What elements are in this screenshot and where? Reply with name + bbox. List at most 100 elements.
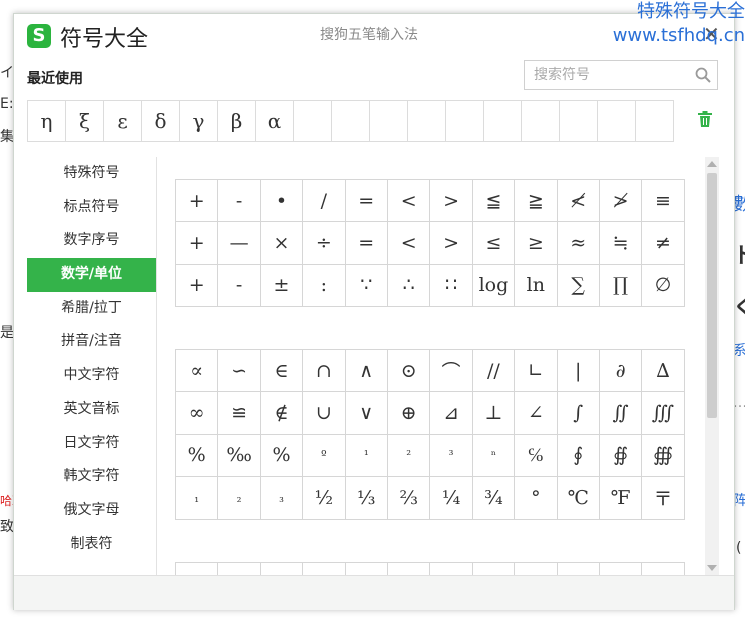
symbol-cell[interactable]: ≧ — [515, 180, 558, 223]
symbol-cell[interactable]: ⁿ — [472, 434, 516, 478]
symbol-cell[interactable]: < — [387, 222, 431, 265]
scroll-up-arrow-icon[interactable] — [707, 161, 717, 167]
sidebar-item[interactable]: 数学/单位 — [27, 258, 156, 292]
symbol-cell[interactable]: ₃ — [260, 477, 304, 520]
recent-symbol-cell[interactable] — [408, 101, 446, 141]
symbol-cell[interactable] — [346, 563, 388, 575]
symbol-cell[interactable]: | — [557, 350, 600, 393]
symbol-cell[interactable]: ∴ — [387, 264, 431, 308]
recent-symbol-cell[interactable]: ε — [104, 101, 142, 141]
sidebar-item[interactable]: 数字序号 — [27, 224, 156, 258]
sidebar-item[interactable]: 标点符号 — [27, 191, 156, 225]
symbol-cell[interactable] — [558, 563, 600, 575]
sidebar-item[interactable]: 制表符 — [27, 528, 156, 562]
recent-symbol-cell[interactable] — [522, 101, 560, 141]
symbol-cell[interactable]: ∽ — [218, 350, 261, 393]
symbol-cell[interactable]: ℃ — [557, 477, 600, 520]
symbol-cell[interactable]: ₂ — [218, 477, 261, 520]
scroll-down-arrow-icon[interactable] — [707, 565, 717, 571]
symbol-cell[interactable]: ≌ — [218, 392, 261, 435]
recent-symbol-cell[interactable]: β — [218, 101, 256, 141]
symbol-cell[interactable]: - — [218, 264, 261, 308]
symbol-cell[interactable]: ∂ — [599, 350, 643, 393]
symbol-cell[interactable]: < — [387, 180, 431, 223]
symbol-cell[interactable]: ≒ — [599, 222, 643, 265]
symbol-cell[interactable]: ¹ — [345, 434, 388, 478]
symbol-cell[interactable]: + — [176, 264, 219, 308]
search-input[interactable] — [532, 61, 686, 89]
symbol-cell[interactable]: • — [260, 180, 304, 223]
symbol-cell[interactable]: ₁ — [176, 477, 219, 520]
symbol-cell[interactable]: ⅓ — [345, 477, 388, 520]
symbol-cell[interactable] — [515, 563, 558, 575]
sidebar-item[interactable]: 希腊/拉丁 — [27, 292, 156, 326]
symbol-cell[interactable]: ∵ — [345, 264, 388, 308]
recent-symbol-cell[interactable] — [370, 101, 408, 141]
symbol-cell[interactable]: ⌒ — [430, 350, 473, 393]
symbol-cell[interactable]: × — [260, 222, 304, 265]
symbol-cell[interactable]: ± — [260, 264, 304, 308]
recent-symbol-cell[interactable]: ξ — [66, 101, 104, 141]
symbol-cell[interactable] — [176, 563, 219, 575]
recent-symbol-cell[interactable]: η — [28, 101, 66, 141]
symbol-cell[interactable]: ∧ — [345, 350, 388, 393]
recent-symbol-cell[interactable]: γ — [180, 101, 218, 141]
sidebar-item[interactable]: 英文音标 — [27, 393, 156, 427]
symbol-cell[interactable]: > — [430, 180, 473, 223]
symbol-cell[interactable]: ≠ — [642, 222, 685, 265]
symbol-cell[interactable]: ∬ — [599, 392, 643, 435]
symbol-cell[interactable]: + — [176, 180, 219, 223]
symbol-cell[interactable]: ∑ — [557, 264, 600, 308]
symbol-cell[interactable]: ‰ — [218, 434, 261, 478]
symbol-cell[interactable]: ² — [387, 434, 431, 478]
trash-icon[interactable] — [697, 110, 713, 128]
symbol-cell[interactable]: ∟ — [515, 350, 558, 393]
symbol-cell[interactable]: ½ — [303, 477, 346, 520]
sidebar-item[interactable]: 韩文字符 — [27, 460, 156, 494]
symbol-cell[interactable]: ¹ — [218, 563, 261, 575]
recent-symbol-cell[interactable] — [598, 101, 636, 141]
symbol-cell[interactable]: ⊙ — [387, 350, 431, 393]
symbol-cell[interactable]: ∏ — [599, 264, 643, 308]
symbol-cell[interactable]: ° — [515, 477, 558, 520]
recent-symbol-cell[interactable] — [560, 101, 598, 141]
recent-symbol-cell[interactable] — [484, 101, 522, 141]
symbol-cell[interactable]: ℅ — [515, 434, 558, 478]
recent-symbol-cell[interactable] — [332, 101, 370, 141]
symbol-cell[interactable]: ∅ — [642, 264, 685, 308]
symbol-cell[interactable]: ∨ — [345, 392, 388, 435]
sidebar-item[interactable]: 俄文字母 — [27, 494, 156, 528]
symbol-cell[interactable]: ∯ — [599, 434, 643, 478]
search-box[interactable] — [524, 60, 718, 90]
recent-symbol-cell[interactable]: α — [256, 101, 294, 141]
symbol-cell[interactable]: ≡ — [642, 180, 685, 223]
symbol-cell[interactable]: ∪ — [303, 392, 346, 435]
symbol-cell[interactable]: / — [303, 180, 346, 223]
symbol-cell[interactable]: : — [303, 264, 346, 308]
symbol-cell[interactable]: ⊥ — [472, 392, 516, 435]
symbol-cell[interactable]: ∮ — [557, 434, 600, 478]
symbol-cell[interactable]: ∆ — [642, 350, 685, 393]
symbol-cell[interactable]: ≤ — [472, 222, 516, 265]
symbol-cell[interactable]: ∷ — [430, 264, 473, 308]
sidebar-item[interactable]: 中文字符 — [27, 359, 156, 393]
symbol-cell[interactable] — [473, 563, 516, 575]
symbol-cell[interactable]: ∰ — [642, 434, 685, 478]
sidebar-item[interactable]: 拼音/注音 — [27, 325, 156, 359]
symbol-cell[interactable]: % — [176, 434, 219, 478]
symbol-cell[interactable]: ≥ — [515, 222, 558, 265]
symbol-cell[interactable]: ℉ — [599, 477, 643, 520]
symbol-cell[interactable]: ¾ — [472, 477, 516, 520]
symbol-cell[interactable]: ⊿ — [430, 392, 473, 435]
symbol-cell[interactable]: ∝ — [176, 350, 219, 393]
symbol-cell[interactable]: // — [472, 350, 516, 393]
symbol-cell[interactable]: = — [345, 180, 388, 223]
symbol-cell[interactable]: + — [176, 222, 219, 265]
symbol-cell[interactable]: ≈ — [557, 222, 600, 265]
symbol-cell[interactable]: ≦ — [472, 180, 516, 223]
symbol-cell[interactable]: ∩ — [303, 350, 346, 393]
symbol-cell[interactable] — [303, 563, 346, 575]
symbol-cell[interactable]: 〒 — [642, 477, 685, 520]
recent-symbol-cell[interactable] — [636, 101, 674, 141]
symbol-cell[interactable] — [642, 563, 685, 575]
